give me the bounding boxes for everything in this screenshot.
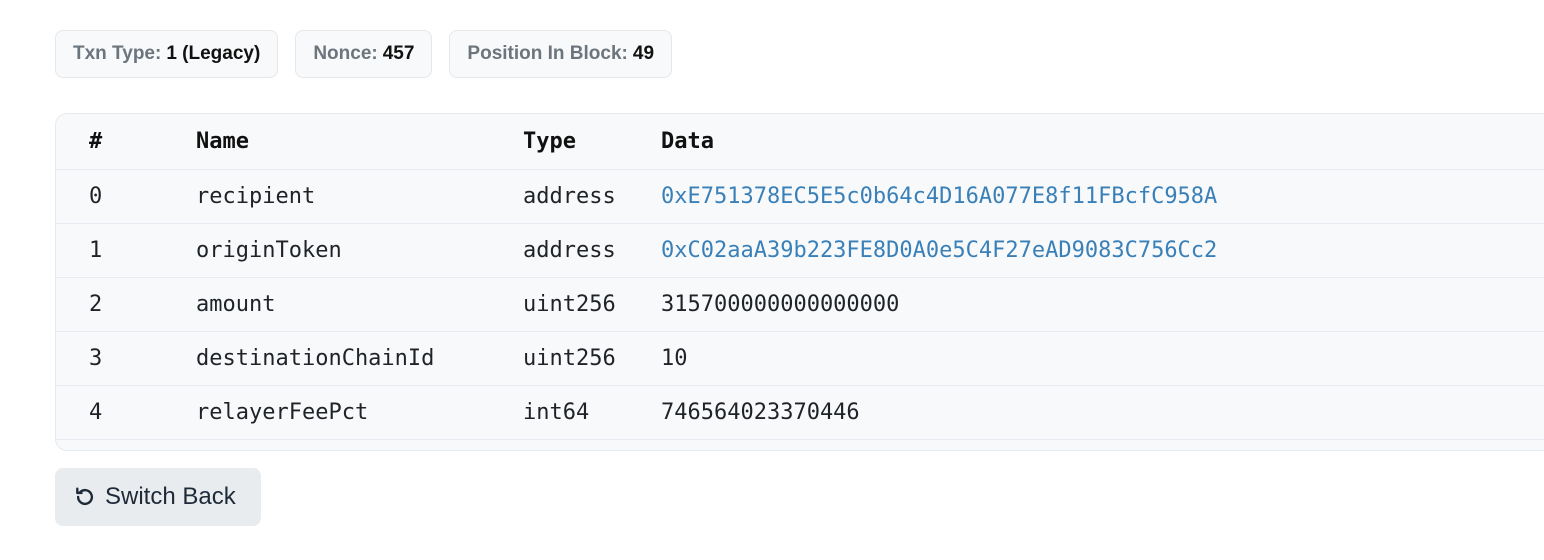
table-row: 1 originToken address 0xC02aaA39b223FE8D… bbox=[56, 223, 1544, 277]
position-in-block-value: 49 bbox=[632, 43, 655, 64]
column-header-type: Type bbox=[523, 128, 576, 154]
table-row: 0 recipient address 0xE751378EC5E5c0b64c… bbox=[56, 169, 1544, 223]
table-header-row: # Name Type Data bbox=[56, 114, 1544, 169]
switch-back-button[interactable]: Switch Back bbox=[55, 468, 261, 526]
param-data: 10 bbox=[661, 345, 688, 371]
column-header-name: Name bbox=[196, 128, 249, 154]
table-row: 4 relayerFeePct int64 746564023370446 bbox=[56, 385, 1544, 439]
param-data: 746564023370446 bbox=[661, 399, 860, 425]
decoded-input-table-card: # Name Type Data 0 recipient address 0xE… bbox=[55, 113, 1544, 451]
param-name: destinationChainId bbox=[196, 345, 435, 371]
column-header-data: Data bbox=[661, 128, 714, 154]
param-name: amount bbox=[196, 291, 276, 317]
param-type: int64 bbox=[523, 399, 590, 425]
txn-info-badges: Txn Type: 1 (Legacy) Nonce: 457 Position… bbox=[55, 30, 673, 78]
column-header-index: # bbox=[89, 128, 103, 154]
param-data-cell: 0xE751378EC5E5c0b64c4D16A077E8f11FBcfC95… bbox=[661, 169, 1544, 223]
param-type: address bbox=[523, 237, 616, 263]
param-data-cell: 0xC02aaA39b223FE8D0A0e5C4F27eAD9083C756C… bbox=[661, 223, 1544, 277]
param-type: uint256 bbox=[523, 291, 616, 317]
row-index: 4 bbox=[89, 399, 103, 425]
nonce-badge: Nonce: 457 bbox=[295, 30, 433, 78]
param-type: uint256 bbox=[523, 345, 616, 371]
table-row: 3 destinationChainId uint256 10 bbox=[56, 331, 1544, 385]
origin-token-address-link[interactable]: 0xC02aaA39b223FE8D0A0e5C4F27eAD9083C756C… bbox=[661, 238, 1217, 263]
param-name: recipient bbox=[196, 183, 316, 209]
param-name: relayerFeePct bbox=[196, 399, 369, 425]
position-in-block-label: Position In Block: bbox=[467, 43, 628, 64]
decoded-input-table: # Name Type Data 0 recipient address 0xE… bbox=[56, 114, 1544, 440]
row-index: 2 bbox=[89, 291, 103, 317]
param-type: address bbox=[523, 183, 616, 209]
position-in-block-badge: Position In Block: 49 bbox=[449, 30, 673, 78]
row-index: 1 bbox=[89, 237, 103, 263]
table-row: 2 amount uint256 315700000000000000 bbox=[56, 277, 1544, 331]
param-name: originToken bbox=[196, 237, 342, 263]
row-index: 0 bbox=[89, 183, 103, 209]
param-data: 315700000000000000 bbox=[661, 291, 900, 317]
nonce-value: 457 bbox=[382, 43, 415, 64]
row-index: 3 bbox=[89, 345, 103, 371]
txn-type-value: 1 (Legacy) bbox=[166, 43, 261, 64]
txn-type-label: Txn Type: bbox=[73, 43, 162, 64]
undo-icon bbox=[74, 486, 96, 508]
nonce-label: Nonce: bbox=[313, 43, 378, 64]
txn-type-badge: Txn Type: 1 (Legacy) bbox=[55, 30, 279, 78]
recipient-address-link[interactable]: 0xE751378EC5E5c0b64c4D16A077E8f11FBcfC95… bbox=[661, 184, 1217, 209]
switch-back-label: Switch Back bbox=[105, 483, 236, 510]
